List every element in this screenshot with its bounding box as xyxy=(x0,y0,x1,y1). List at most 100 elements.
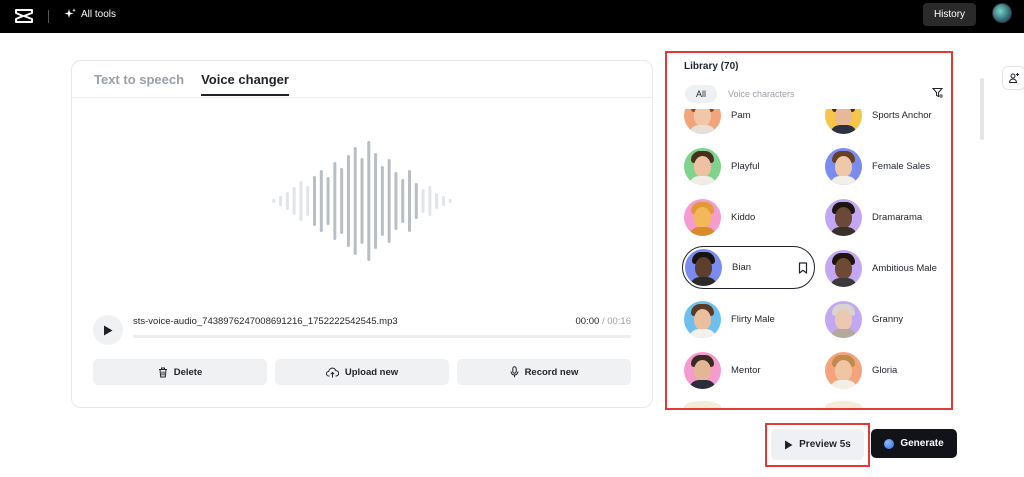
play-icon xyxy=(104,325,113,335)
voice-library-panel: Library (70) All Voice characters Pam Sp… xyxy=(665,51,953,410)
voice-avatar xyxy=(825,351,862,389)
waveform-bar xyxy=(279,196,283,206)
voice-item-granny[interactable]: Granny xyxy=(825,299,903,339)
bookmark-icon[interactable] xyxy=(798,261,808,274)
delete-button[interactable]: Delete xyxy=(93,359,267,385)
tabs-divider xyxy=(72,97,652,98)
voice-avatar xyxy=(825,249,862,287)
voice-avatar xyxy=(825,198,862,236)
voice-name: Flirty Male xyxy=(731,313,775,325)
generate-icon xyxy=(884,438,895,449)
waveform-graphic xyxy=(272,141,452,261)
waveform-bar xyxy=(387,159,391,243)
tab-text-to-speech[interactable]: Text to speech xyxy=(94,72,184,96)
voice-avatar xyxy=(825,109,862,134)
voice-avatar xyxy=(684,147,721,185)
top-bar: All tools History xyxy=(0,0,1024,33)
mode-tabs: Text to speech Voice changer xyxy=(94,72,289,96)
current-time: 00:00 xyxy=(575,316,600,327)
waveform-bar xyxy=(414,183,418,219)
upload-new-label: Upload new xyxy=(344,366,399,378)
waveform-bar xyxy=(333,162,337,240)
waveform-bar xyxy=(313,176,316,226)
waveform-bar xyxy=(421,189,425,213)
tab-voice-changer[interactable]: Voice changer xyxy=(201,72,289,96)
voice-name: Mentor xyxy=(731,364,761,376)
voice-list: Pam Sports Anchor Playful Female Sales K… xyxy=(667,109,951,408)
play-button[interactable] xyxy=(93,315,123,345)
delete-label: Delete xyxy=(173,366,203,378)
waveform-bar xyxy=(367,141,371,261)
audio-progress-bar[interactable] xyxy=(133,335,631,338)
voice-name: Ambitious Male xyxy=(872,262,937,274)
voice-item-female-sales[interactable]: Female Sales xyxy=(825,146,930,186)
playback-time: 00:00 / 00:16 xyxy=(576,316,631,327)
waveform-bar xyxy=(306,186,310,216)
voice-name: Playful xyxy=(731,160,760,172)
waveform-bar xyxy=(299,181,303,221)
waveform-bar xyxy=(346,155,350,247)
waveform-bar xyxy=(353,147,357,255)
upload-new-button[interactable]: Upload new xyxy=(275,359,449,385)
waveform-bar xyxy=(380,166,384,236)
voice-item-gloria[interactable]: Gloria xyxy=(825,350,897,390)
voice-name: Granny xyxy=(872,313,904,325)
capcut-logo-icon[interactable] xyxy=(14,7,34,25)
voice-item-mentor[interactable]: Mentor xyxy=(684,350,761,390)
microphone-icon xyxy=(510,366,519,378)
voice-item-flirty-male[interactable]: Flirty Male xyxy=(684,299,775,339)
side-upload-button[interactable] xyxy=(1002,66,1024,90)
waveform-bar xyxy=(428,186,432,216)
waveform-bar xyxy=(285,192,289,210)
record-new-label: Record new xyxy=(524,366,579,378)
voice-name: Bian xyxy=(732,262,752,273)
preview-highlight: Preview 5s xyxy=(765,423,870,467)
all-tools-button[interactable]: All tools xyxy=(64,8,116,20)
voice-name: Female Sales xyxy=(872,160,931,172)
voice-item-playful[interactable]: Playful xyxy=(684,146,760,186)
filter-all-chip[interactable]: All xyxy=(685,85,717,103)
voice-item-sports-anchor[interactable]: Sports Anchor xyxy=(825,109,932,135)
voice-avatar xyxy=(684,300,721,338)
voice-item-pam[interactable]: Pam xyxy=(684,109,751,135)
filter-icon[interactable] xyxy=(932,87,943,98)
all-tools-label: All tools xyxy=(81,8,117,20)
waveform-bar xyxy=(448,199,452,203)
user-avatar[interactable] xyxy=(992,3,1012,23)
play-icon xyxy=(785,440,793,449)
waveform-bar xyxy=(326,177,330,225)
voice-avatar-partial xyxy=(684,401,721,408)
history-button[interactable]: History xyxy=(923,3,976,26)
waveform-bar xyxy=(340,168,344,234)
waveform-bar xyxy=(401,179,405,223)
voice-name: Sports Anchor xyxy=(872,109,932,121)
waveform-bar xyxy=(319,170,323,232)
waveform-bar xyxy=(435,193,439,209)
preview-label: Preview 5s xyxy=(799,439,851,450)
voice-avatar xyxy=(684,351,721,389)
total-time: / 00:16 xyxy=(601,316,631,327)
voice-avatar-partial xyxy=(825,401,862,408)
voice-name: Kiddo xyxy=(731,211,756,223)
waveform-bar xyxy=(374,153,378,249)
voice-item-ambitious-male[interactable]: Ambitious Male xyxy=(825,248,937,288)
voice-item-dramarama[interactable]: Dramarama xyxy=(825,197,922,237)
waveform-bar xyxy=(360,158,364,244)
sparkle-icon xyxy=(64,8,76,18)
voice-avatar xyxy=(684,109,721,134)
generate-button[interactable]: Generate xyxy=(871,429,957,458)
library-scrollbar[interactable] xyxy=(980,78,984,140)
waveform-bar xyxy=(292,187,296,215)
waveform-bar xyxy=(441,196,445,206)
voice-item-kiddo[interactable]: Kiddo xyxy=(684,197,755,237)
waveform-bar xyxy=(408,170,411,232)
waveform-bar xyxy=(272,199,276,203)
voice-avatar xyxy=(685,249,722,286)
filter-voice-characters-chip[interactable]: Voice characters xyxy=(728,85,795,103)
preview-button[interactable]: Preview 5s xyxy=(771,429,864,460)
cloud-upload-icon xyxy=(325,367,339,377)
voice-avatar xyxy=(684,198,721,236)
record-new-button[interactable]: Record new xyxy=(457,359,631,385)
voice-item-bian-selected[interactable]: Bian xyxy=(682,246,815,289)
trash-icon xyxy=(158,367,167,377)
